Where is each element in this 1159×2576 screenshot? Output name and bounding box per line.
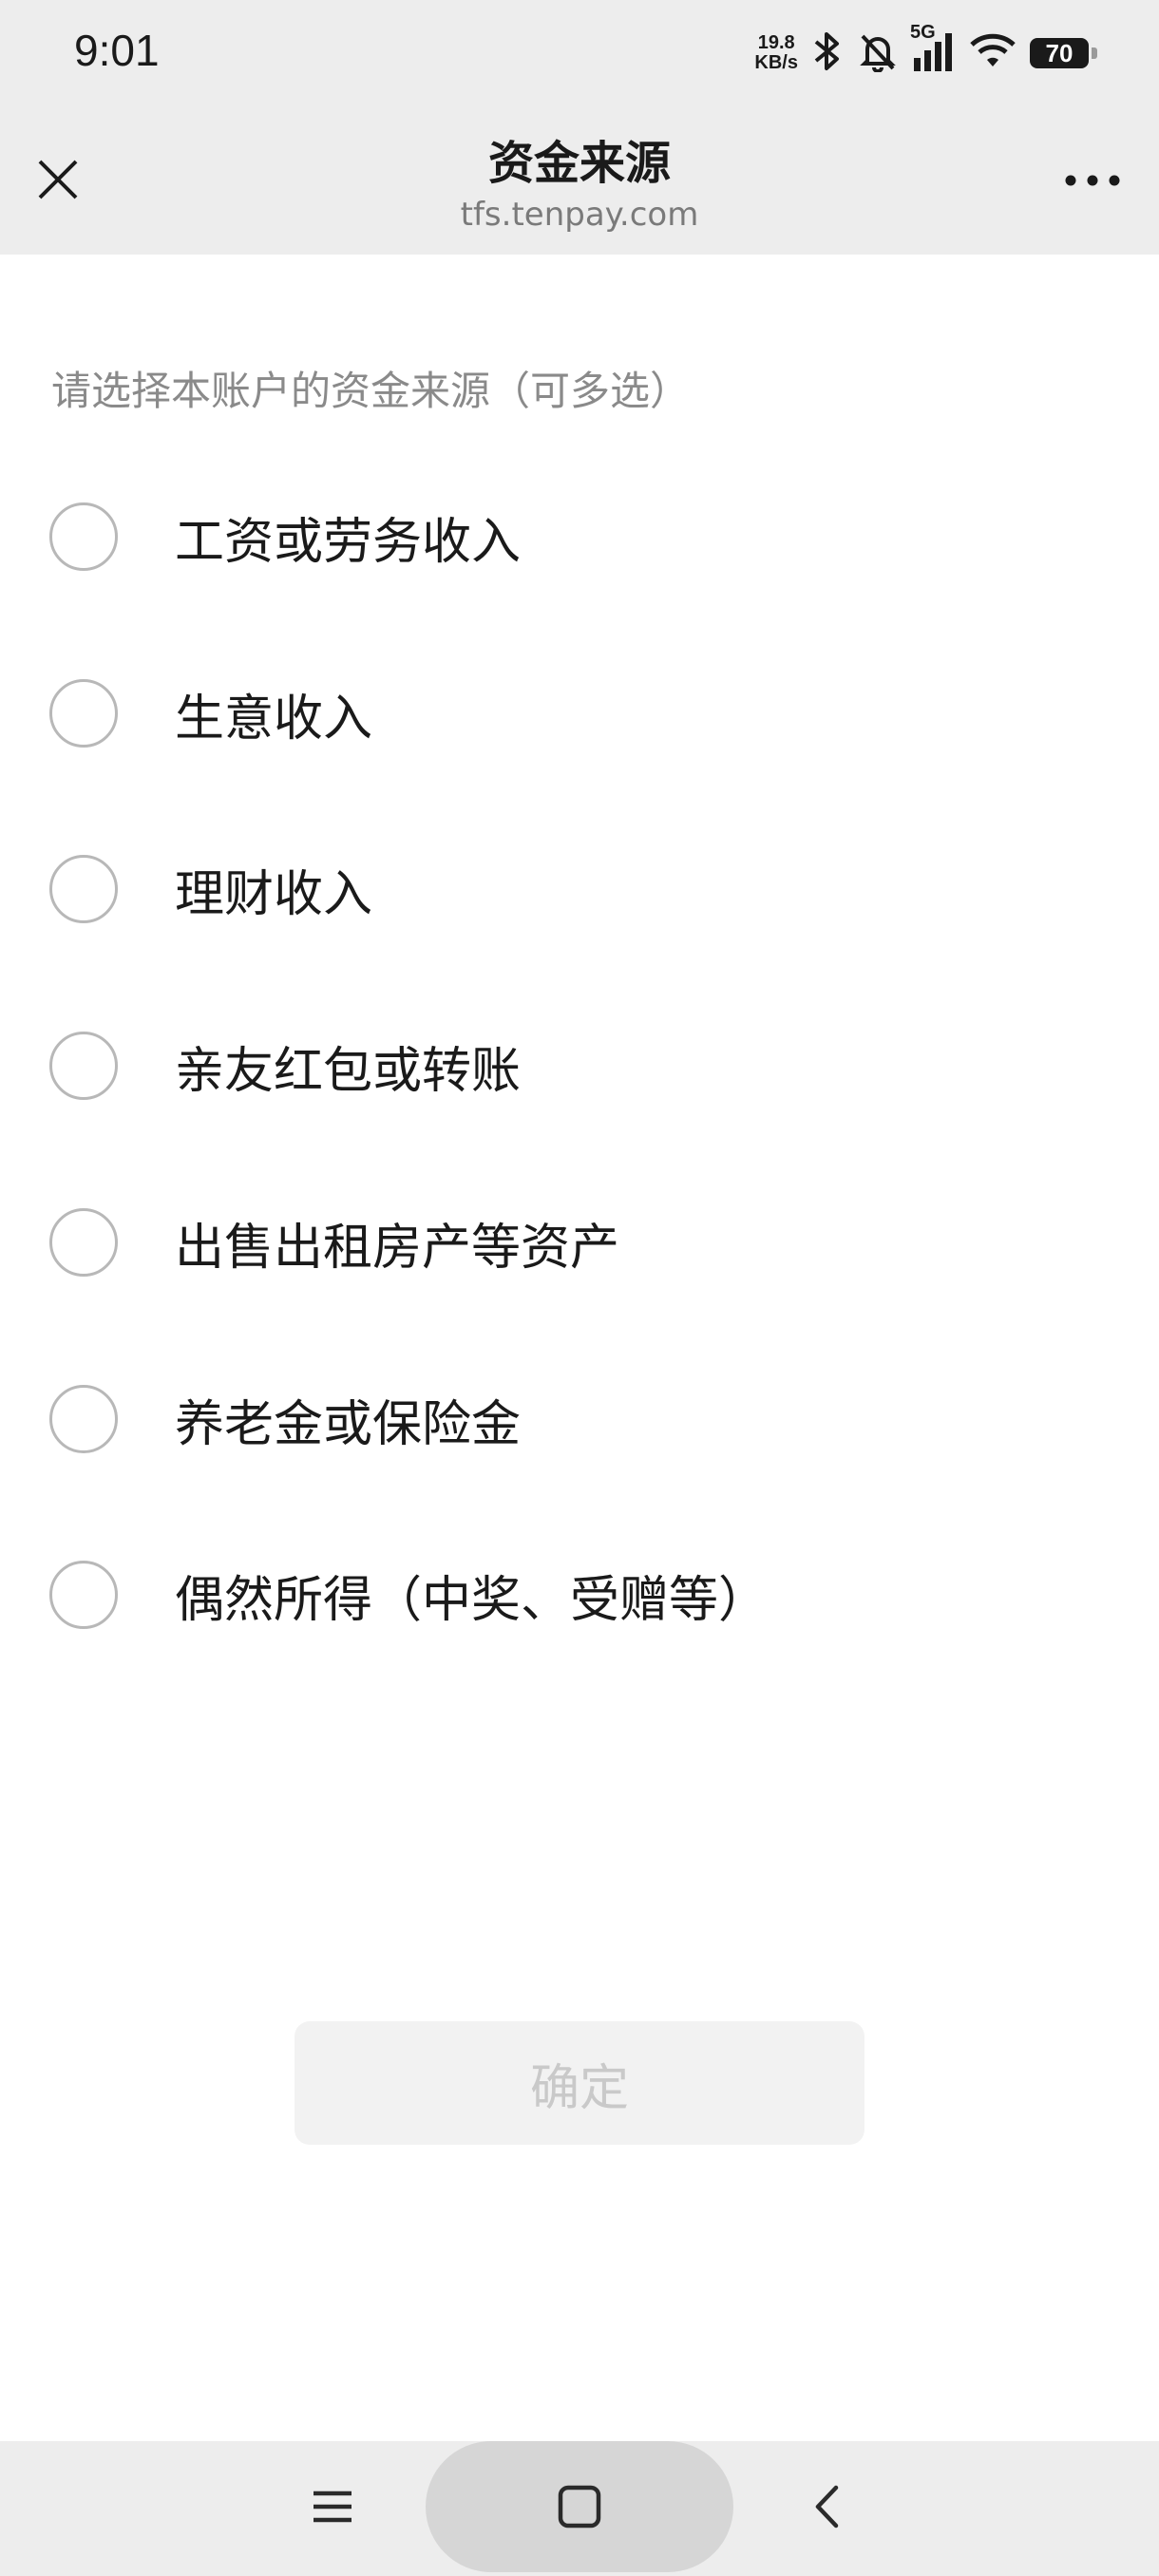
confirm-button[interactable]: 确定 [294, 2021, 864, 2145]
mute-bell-icon [857, 30, 899, 76]
option-label: 理财收入 [175, 865, 373, 923]
option-family-transfer[interactable]: 亲友红包或转账 [0, 994, 1159, 1137]
option-investment[interactable]: 理财收入 [0, 818, 1159, 960]
back-button[interactable] [770, 2441, 884, 2576]
home-icon [558, 2485, 601, 2532]
network-type: 5G [910, 22, 936, 43]
checkbox-circle[interactable] [49, 1032, 118, 1100]
option-pension[interactable]: 养老金或保险金 [0, 1348, 1159, 1490]
network-speed-unit: KB/s [754, 52, 798, 73]
status-bar: 9:01 19.8 KB/s 5G 70 [0, 0, 1159, 104]
more-icon [1064, 173, 1121, 191]
wifi-icon [969, 32, 1016, 74]
battery-icon: 70 [1030, 38, 1097, 68]
checkbox-circle[interactable] [49, 1561, 118, 1629]
signal-icon: 5G [910, 22, 956, 77]
option-label: 生意收入 [175, 690, 373, 748]
option-business[interactable]: 生意收入 [0, 642, 1159, 785]
page-domain: tfs.tenpay.com [460, 196, 699, 234]
selection-hint: 请选择本账户的资金来源（可多选） [51, 368, 691, 414]
page-title: 资金来源 [487, 137, 671, 190]
option-label: 工资或劳务收入 [175, 513, 522, 571]
option-property-sale[interactable]: 出售出租房产等资产 [0, 1171, 1159, 1314]
option-label: 偶然所得（中奖、受赠等） [175, 1571, 769, 1629]
checkbox-circle[interactable] [49, 855, 118, 923]
back-icon [812, 2484, 841, 2533]
recent-apps-button[interactable] [276, 2441, 390, 2576]
network-speed-value: 19.8 [757, 32, 795, 53]
more-button[interactable] [1054, 152, 1130, 211]
home-button[interactable] [522, 2441, 636, 2576]
menu-icon [312, 2488, 353, 2529]
option-label: 养老金或保险金 [175, 1395, 522, 1453]
option-label: 亲友红包或转账 [175, 1042, 522, 1100]
bluetooth-icon [811, 30, 844, 76]
status-icons: 19.8 KB/s 5G 70 [754, 22, 1097, 82]
navigation-bar [0, 2441, 1159, 2576]
checkbox-circle[interactable] [49, 1385, 118, 1453]
checkbox-circle[interactable] [49, 679, 118, 748]
network-speed: 19.8 KB/s [754, 33, 798, 73]
option-salary[interactable]: 工资或劳务收入 [0, 465, 1159, 608]
status-time: 9:01 [74, 26, 160, 75]
option-label: 出售出租房产等资产 [175, 1219, 620, 1277]
option-incidental[interactable]: 偶然所得（中奖、受赠等） [0, 1524, 1159, 1666]
checkbox-circle[interactable] [49, 1208, 118, 1277]
checkbox-circle[interactable] [49, 502, 118, 571]
top-bar: 资金来源 tfs.tenpay.com [0, 104, 1159, 255]
